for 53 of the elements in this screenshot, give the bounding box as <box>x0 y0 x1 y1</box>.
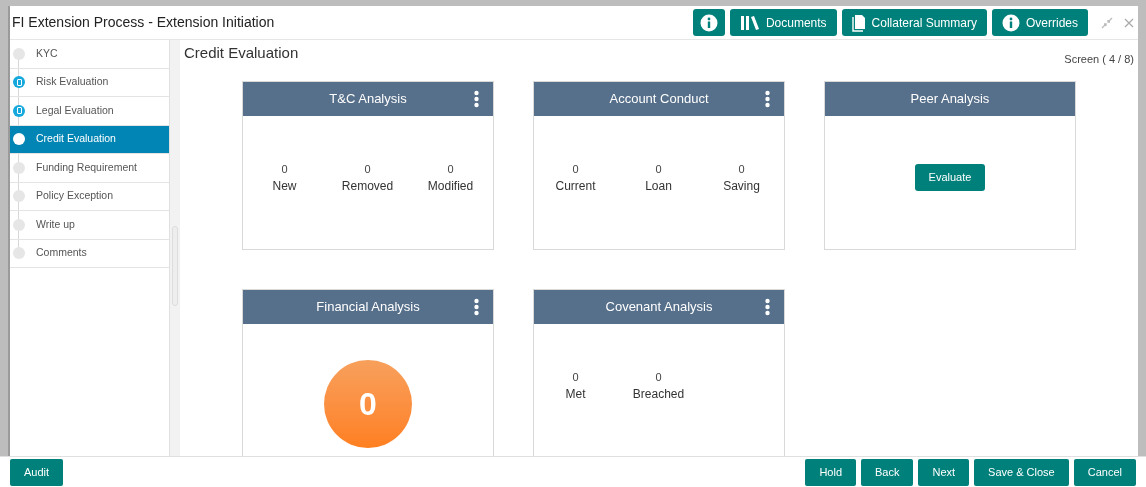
stat-value: 0 <box>281 161 288 177</box>
footer-button[interactable]: Audit <box>10 458 64 486</box>
sidebar-item[interactable]: Write up <box>10 211 169 240</box>
info-icon <box>699 13 718 32</box>
stat-label: Saving <box>723 178 760 196</box>
stat-label: New <box>272 178 297 196</box>
sidebar-item[interactable]: Legal Evaluation <box>10 97 169 126</box>
stat-label: Modified <box>427 178 474 196</box>
more-icon[interactable] <box>474 89 479 108</box>
stat-label: Loan <box>645 178 672 196</box>
sidebar-item[interactable]: Risk Evaluation <box>10 68 169 97</box>
stat-value: 0 <box>655 161 662 177</box>
sidebar-item[interactable]: Funding Requirement <box>10 154 169 183</box>
sidebar-item[interactable]: Credit Evaluation <box>10 125 169 154</box>
header-button[interactable]: Overrides <box>992 9 1088 36</box>
header-button[interactable]: Documents <box>729 9 837 36</box>
books-icon <box>739 14 760 31</box>
info-button[interactable] <box>692 9 725 36</box>
stat-value: 0 <box>364 161 371 177</box>
stat-value: 0 <box>572 161 579 177</box>
card-title: Account Conduct <box>609 89 709 108</box>
footer-button[interactable]: Hold <box>805 458 856 486</box>
footer-button[interactable]: Back <box>861 458 914 486</box>
more-icon[interactable] <box>765 297 770 316</box>
stat-value: 0 <box>572 369 579 385</box>
header-button[interactable]: Collateral Summary <box>841 9 987 36</box>
step-done-icon <box>13 104 25 117</box>
stat-label: Breached <box>632 386 685 404</box>
page-title: Credit Evaluation <box>184 43 299 63</box>
card-title: T&C Analysis <box>329 89 407 108</box>
stat-label: Removed <box>341 178 394 196</box>
sidebar-item[interactable]: KYC <box>10 40 169 69</box>
footer-button[interactable]: Cancel <box>1073 458 1136 486</box>
stat-label: Current <box>555 178 596 196</box>
screen-counter: Screen ( 4 / 8) <box>1064 52 1134 67</box>
stat-value: 0 <box>447 161 454 177</box>
evaluate-button[interactable]: Evaluate <box>914 163 986 191</box>
document-icon <box>851 13 866 32</box>
window-title: FI Extension Process - Extension Initiation <box>12 13 275 32</box>
footer-button[interactable]: Save & Close <box>974 458 1069 486</box>
info-icon <box>1002 13 1020 32</box>
card-title: Financial Analysis <box>316 297 420 316</box>
sidebar-item[interactable]: Comments <box>10 239 169 268</box>
stat-value: 0 <box>738 161 745 177</box>
footer-button[interactable]: Next <box>918 458 970 486</box>
stat-value: 0 <box>655 369 662 385</box>
card-title: Covenant Analysis <box>605 297 713 316</box>
stat-label: Met <box>565 386 586 404</box>
more-icon[interactable] <box>474 297 479 316</box>
more-icon[interactable] <box>765 89 770 108</box>
sidebar-item[interactable]: Policy Exception <box>10 182 169 211</box>
card-title: Peer Analysis <box>910 89 990 108</box>
step-done-icon <box>13 76 25 89</box>
